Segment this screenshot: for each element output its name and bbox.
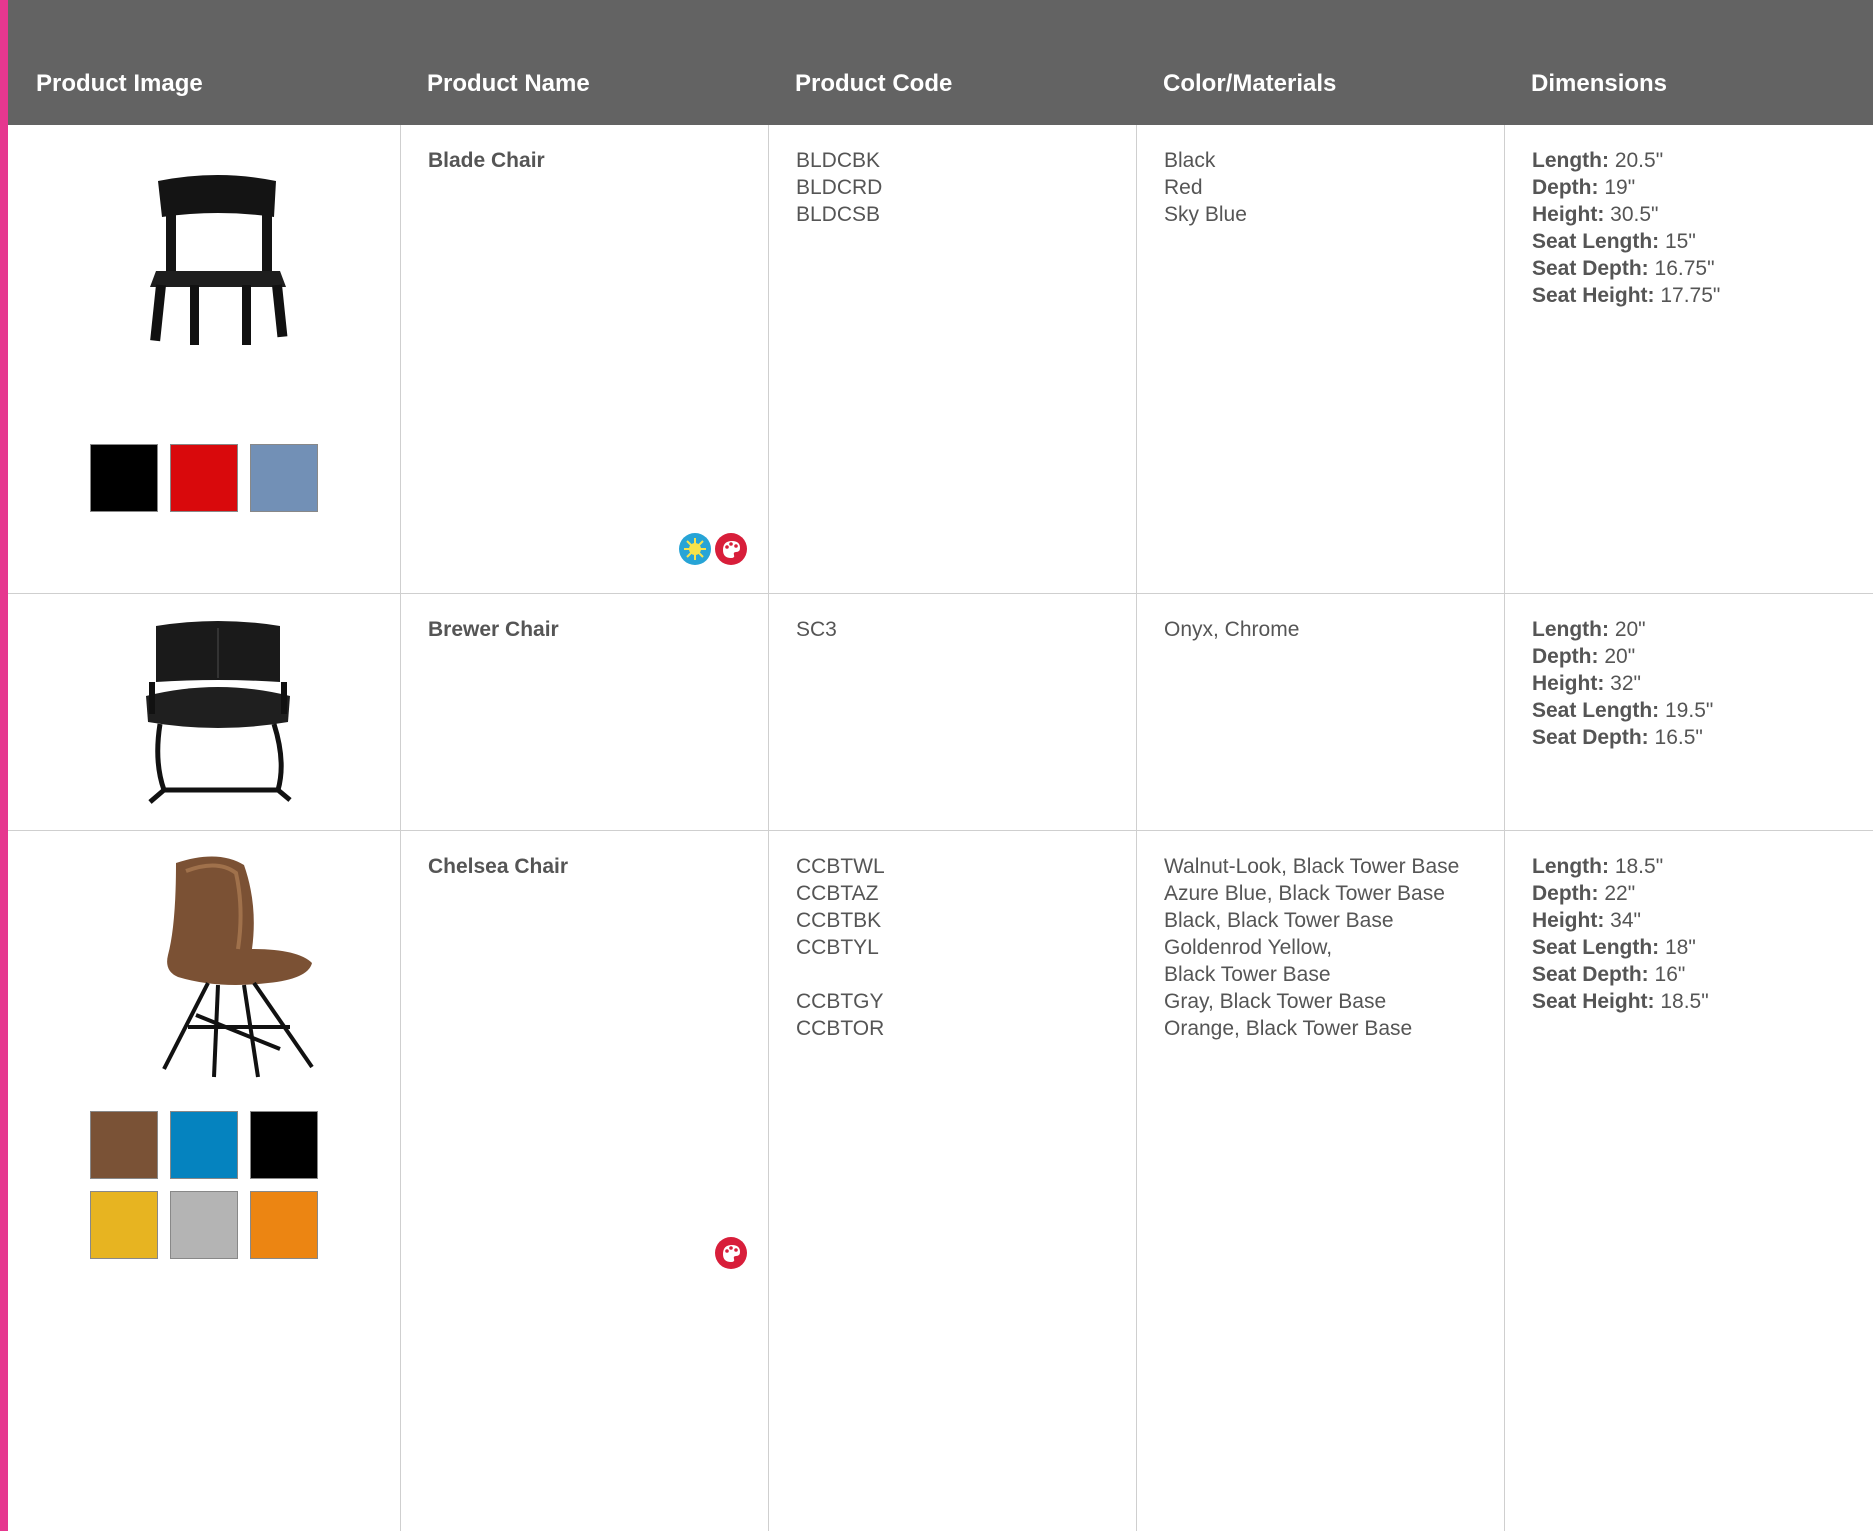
table-row: Blade Chair BLDCBK BLDCRD BLDCSB Black R… [8,125,1873,594]
color-option: Black, Black Tower Base [1164,909,1394,932]
paint-palette-icon [715,1237,747,1269]
color-list: Walnut-Look, Black Tower Base Azure Blue… [1164,853,1459,1042]
product-code-cell: SC3 [768,594,1137,830]
dimension-item: Depth: 22" [1532,882,1636,905]
dimension-list: Length: 20.5" Depth: 19" Height: 30.5" S… [1532,147,1720,309]
product-name-cell: Blade Chair [400,125,769,593]
accent-bar [0,0,8,1531]
swatch-sky-blue[interactable] [250,444,318,512]
product-codes: SC3 [796,616,837,643]
header-color-materials: Color/Materials [1163,70,1337,97]
dimensions-cell: Length: 18.5" Depth: 22" Height: 34" Sea… [1504,831,1873,1531]
dimension-item: Length: 20.5" [1532,149,1664,172]
product-name: Blade Chair [428,149,545,172]
dimension-item: Depth: 19" [1532,176,1636,199]
header-product-image: Product Image [36,70,203,97]
color-option: Black Tower Base [1164,963,1331,986]
product-codes: BLDCBK BLDCRD BLDCSB [796,147,882,228]
table-row: Brewer Chair SC3 Onyx, Chrome Length: 20… [8,594,1873,831]
dimension-item: Length: 20" [1532,618,1646,641]
dimension-item: Seat Depth: 16.5" [1532,726,1703,749]
product-code: BLDCSB [796,203,881,226]
swatch-black[interactable] [250,1111,318,1179]
header-product-name: Product Name [427,70,590,97]
color-materials-cell: Walnut-Look, Black Tower Base Azure Blue… [1136,831,1505,1531]
product-code: CCBTAZ [796,882,879,905]
dimension-item: Length: 18.5" [1532,855,1664,878]
color-swatches [90,1111,318,1259]
swatch-azure-blue[interactable] [170,1111,238,1179]
brewer-chair-image [146,621,292,804]
dimension-item: Seat Height: 17.75" [1532,284,1721,307]
product-code: CCBTWL [796,855,885,878]
product-name-cell: Chelsea Chair [400,831,769,1531]
product-codes: CCBTWL CCBTAZ CCBTBK CCBTYL CCBTGY CCBTO… [796,853,885,1042]
table-row: Chelsea Chair CCBTWL CCBTAZ CCBTBK CCBTY… [8,831,1873,1531]
dimension-item: Depth: 20" [1532,645,1636,668]
color-option: Onyx, Chrome [1164,618,1300,641]
dimension-item: Seat Height: 18.5" [1532,990,1709,1013]
product-code-cell: CCBTWL CCBTAZ CCBTBK CCBTYL CCBTGY CCBTO… [768,831,1137,1531]
sun-icon [679,533,711,565]
dimension-list: Length: 18.5" Depth: 22" Height: 34" Sea… [1532,853,1709,1015]
color-option: Black [1164,149,1216,172]
color-option: Walnut-Look, Black Tower Base [1164,855,1460,878]
product-code: CCBTGY [796,990,884,1013]
feature-badges [715,1237,747,1269]
product-code: BLDCBK [796,149,881,172]
table-header: Product Image Product Name Product Code … [8,0,1873,125]
product-table: Product Image Product Name Product Code … [8,0,1873,1531]
blade-chair-image [150,175,288,345]
product-code: CCBTYL [796,936,879,959]
product-image-cell [8,594,400,830]
product-code: BLDCRD [796,176,883,199]
dimensions-cell: Length: 20.5" Depth: 19" Height: 30.5" S… [1504,125,1873,593]
color-option: Goldenrod Yellow, [1164,936,1333,959]
header-product-code: Product Code [795,70,953,97]
paint-palette-icon [715,533,747,565]
product-code: CCBTBK [796,909,882,932]
swatch-orange[interactable] [250,1191,318,1259]
color-option: Azure Blue, Black Tower Base [1164,882,1445,905]
product-name-cell: Brewer Chair [400,594,769,830]
chelsea-chair-image [162,856,314,1078]
dimension-list: Length: 20" Depth: 20" Height: 32" Seat … [1532,616,1713,751]
product-code: CCBTOR [796,1017,885,1040]
color-list: Onyx, Chrome [1164,616,1299,643]
dimension-item: Height: 34" [1532,909,1641,932]
dimension-item: Seat Depth: 16.75" [1532,257,1715,280]
product-code-cell: BLDCBK BLDCRD BLDCSB [768,125,1137,593]
header-dimensions: Dimensions [1531,70,1668,97]
color-option: Sky Blue [1164,203,1247,226]
color-option: Red [1164,176,1203,199]
product-name: Chelsea Chair [428,855,569,878]
swatch-black[interactable] [90,444,158,512]
color-list: Black Red Sky Blue [1164,147,1247,228]
dimension-item: Seat Length: 15" [1532,230,1696,253]
feature-badges [679,533,747,565]
color-option: Orange, Black Tower Base [1164,1017,1413,1040]
swatch-red[interactable] [170,444,238,512]
color-materials-cell: Black Red Sky Blue [1136,125,1505,593]
product-code-spacer [796,961,885,988]
dimensions-cell: Length: 20" Depth: 20" Height: 32" Seat … [1504,594,1873,830]
swatch-gray[interactable] [170,1191,238,1259]
color-materials-cell: Onyx, Chrome [1136,594,1505,830]
dimension-item: Height: 30.5" [1532,203,1659,226]
product-code: SC3 [796,618,837,641]
product-image-cell [8,831,400,1531]
swatch-goldenrod-yellow[interactable] [90,1191,158,1259]
product-image-cell [8,125,400,593]
dimension-item: Seat Length: 19.5" [1532,699,1714,722]
product-name: Brewer Chair [428,618,559,641]
color-option: Gray, Black Tower Base [1164,990,1387,1013]
swatch-walnut[interactable] [90,1111,158,1179]
dimension-item: Seat Length: 18" [1532,936,1696,959]
color-swatches [90,444,318,512]
dimension-item: Height: 32" [1532,672,1641,695]
dimension-item: Seat Depth: 16" [1532,963,1686,986]
